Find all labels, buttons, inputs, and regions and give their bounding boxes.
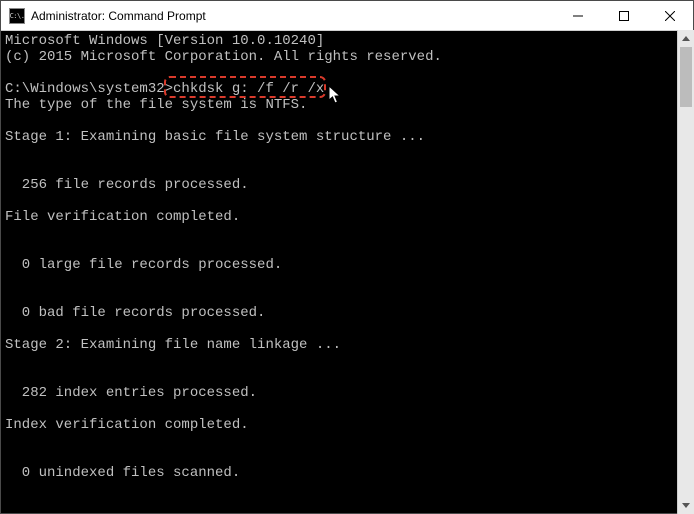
window-frame: C:\. Administrator: Command Prompt Micro… (0, 0, 694, 514)
minimize-button[interactable] (555, 1, 601, 30)
cmd-icon: C:\. (9, 8, 25, 24)
terminal-line (5, 241, 693, 257)
close-icon (665, 11, 675, 21)
terminal-line: 256 file records processed. (5, 177, 693, 193)
terminal-line: 282 index entries processed. (5, 385, 693, 401)
terminal-line: C:\Windows\system32>chkdsk g: /f /r /x (5, 81, 693, 97)
scroll-down-button[interactable] (678, 497, 694, 514)
terminal-line (5, 225, 693, 241)
terminal-line (5, 401, 693, 417)
prompt-text: C:\Windows\system32> (5, 81, 173, 97)
terminal-line (5, 161, 693, 177)
terminal-line (5, 193, 693, 209)
vertical-scrollbar[interactable] (677, 30, 694, 514)
terminal-line: (c) 2015 Microsoft Corporation. All righ… (5, 49, 693, 65)
terminal-line: Index verification completed. (5, 417, 693, 433)
window-controls (555, 1, 693, 30)
chevron-down-icon (682, 503, 690, 508)
window-title: Administrator: Command Prompt (31, 9, 555, 23)
terminal-line (5, 145, 693, 161)
terminal-line (5, 65, 693, 81)
terminal-line (5, 273, 693, 289)
terminal-line: 0 bad file records processed. (5, 305, 693, 321)
scroll-track[interactable] (678, 47, 694, 497)
scroll-up-button[interactable] (678, 30, 694, 47)
terminal-line (5, 449, 693, 465)
terminal-line: The type of the file system is NTFS. (5, 97, 693, 113)
terminal-line: Stage 1: Examining basic file system str… (5, 129, 693, 145)
maximize-icon (619, 11, 629, 21)
titlebar[interactable]: C:\. Administrator: Command Prompt (1, 1, 693, 31)
chevron-up-icon (682, 36, 690, 41)
scroll-thumb[interactable] (680, 47, 692, 107)
terminal-output[interactable]: Microsoft Windows [Version 10.0.10240](c… (1, 31, 693, 513)
terminal-line (5, 353, 693, 369)
terminal-line: Microsoft Windows [Version 10.0.10240] (5, 33, 693, 49)
terminal-line: 0 unindexed files scanned. (5, 465, 693, 481)
terminal-line: File verification completed. (5, 209, 693, 225)
command-text: chkdsk g: /f /r /x (173, 81, 324, 97)
maximize-button[interactable] (601, 1, 647, 30)
minimize-icon (573, 11, 583, 21)
terminal-line: 0 large file records processed. (5, 257, 693, 273)
terminal-line (5, 369, 693, 385)
close-button[interactable] (647, 1, 693, 30)
terminal-line: Stage 2: Examining file name linkage ... (5, 337, 693, 353)
terminal-line (5, 113, 693, 129)
terminal-line (5, 289, 693, 305)
terminal-line (5, 433, 693, 449)
terminal-line (5, 321, 693, 337)
